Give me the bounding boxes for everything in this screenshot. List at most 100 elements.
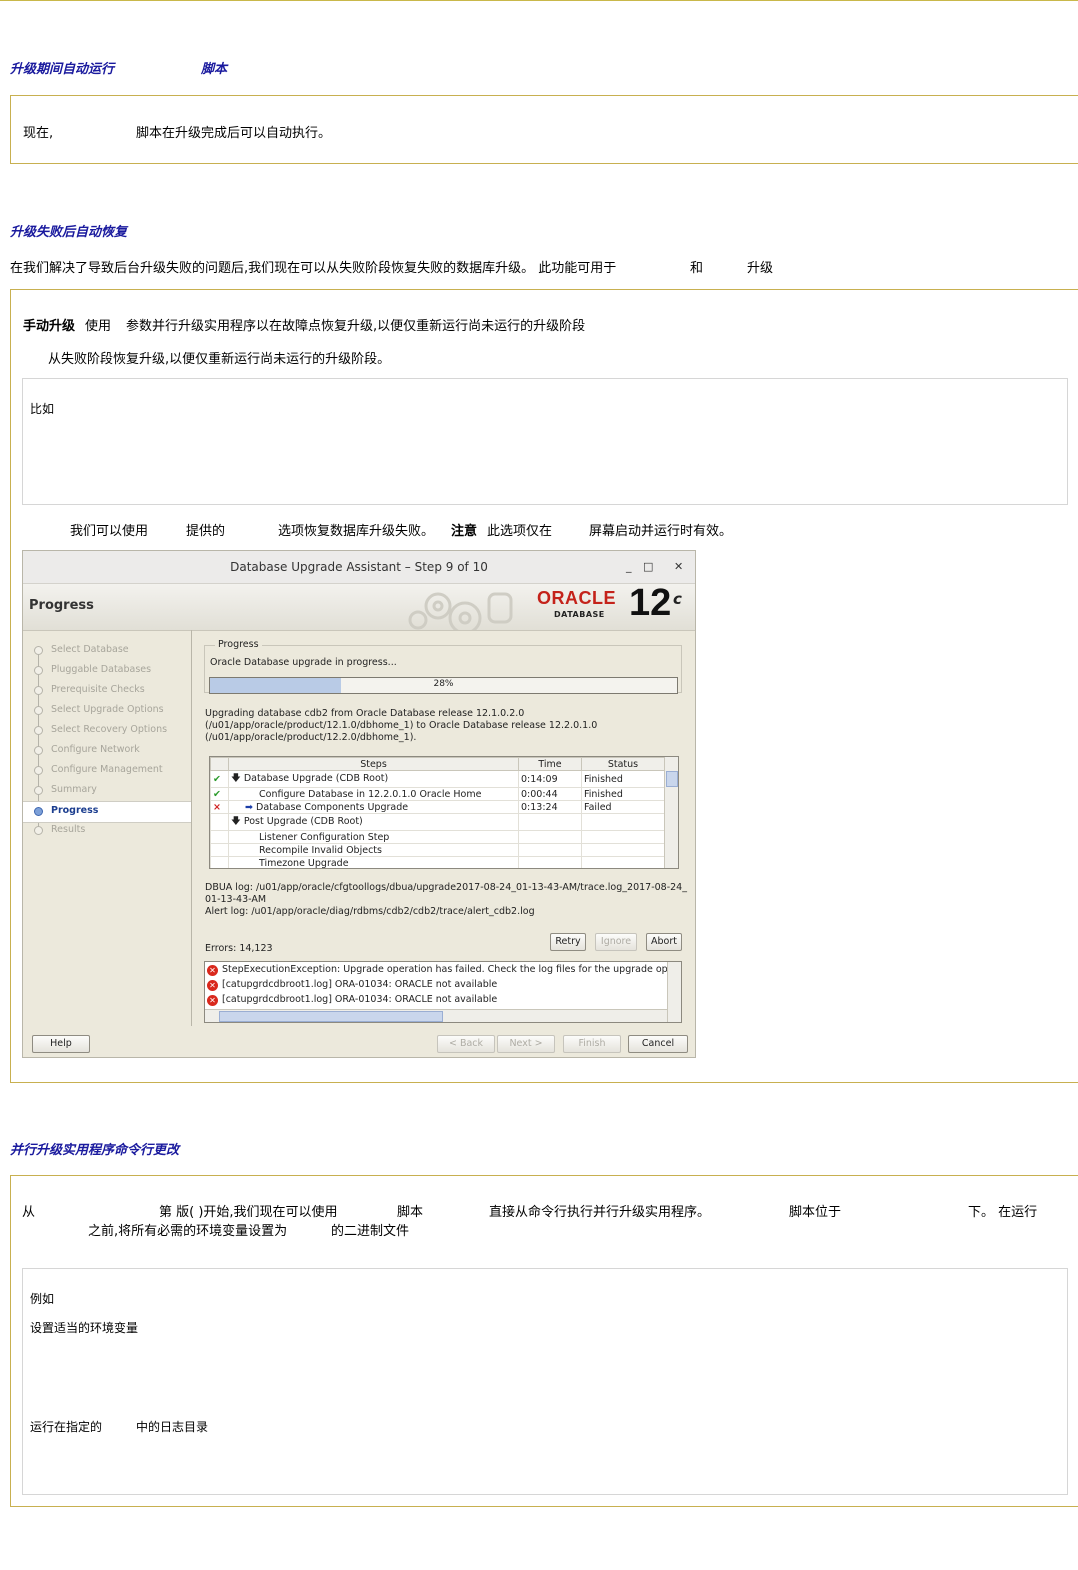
step-time [518, 856, 582, 868]
nav-item-pluggable-databases[interactable]: Pluggable Databases [51, 664, 151, 675]
s3-script2: 脚本位于 [789, 1205, 842, 1220]
table-row[interactable]: Recompile Invalid Objects [210, 843, 665, 857]
icon-column-header [210, 757, 229, 771]
dbua-log-2: 01-13-43-AM [205, 894, 267, 905]
section1-heading-tail: 脚本 [201, 62, 228, 77]
abort-button[interactable]: Abort [646, 933, 682, 951]
section1-heading: 升级期间自动运行 [10, 62, 115, 77]
step-time: 0:13:24 [518, 800, 582, 814]
section2-intro-end: 升级 [747, 261, 774, 276]
error-vscrollbar[interactable] [667, 962, 681, 1022]
nav-dot [34, 826, 43, 835]
help-button[interactable]: Help [32, 1035, 90, 1053]
cancel-button[interactable]: Cancel [628, 1035, 688, 1053]
resume-text: 从失败阶段恢复升级,以便仅重新运行尚未运行的升级阶段。 [48, 352, 391, 367]
oracle-version-suffix: c [673, 590, 682, 608]
gears-icon [408, 592, 513, 630]
upgrade-desc-2: (/u01/app/oracle/product/12.1.0/dbhome_1… [205, 720, 598, 731]
banner-title: Progress [29, 598, 94, 613]
next-button[interactable]: Next > [497, 1035, 555, 1053]
errors-count: Errors: 14,123 [205, 943, 273, 954]
arrow-right-icon: ➡ [245, 801, 253, 813]
check-icon: ✔ [210, 787, 229, 801]
dialog-titlebar: Database Upgrade Assistant – Step 9 of 1… [23, 551, 695, 584]
s3-line2: 之前,将所有必需的环境变量设置为 [88, 1224, 288, 1239]
nav-dot [34, 726, 43, 735]
step-time: 0:00:44 [518, 787, 582, 801]
dialog-banner: Progress ORACLE DATABASE 12 c [23, 582, 695, 631]
table-row[interactable]: Listener Configuration Step [210, 830, 665, 844]
nav-item-prerequisite-checks[interactable]: Prerequisite Checks [51, 684, 145, 695]
step-status: Finished [581, 787, 665, 801]
progress-status: Oracle Database upgrade in progress... [210, 657, 397, 668]
status-column-header[interactable]: Status [581, 757, 665, 771]
dbua-log-1: DBUA log: /u01/app/oracle/cfgtoollogs/db… [205, 882, 687, 893]
time-column-header[interactable]: Time [518, 757, 582, 771]
nav-item-progress[interactable]: Progress [51, 805, 98, 816]
minimize-icon[interactable]: _ [626, 560, 632, 573]
nav-dot [34, 786, 43, 795]
error-row[interactable]: ✕ StepExecutionException: Upgrade operati… [207, 964, 668, 976]
scroll-thumb[interactable] [666, 771, 678, 787]
back-button[interactable]: < Back [437, 1035, 495, 1053]
ignore-button[interactable]: Ignore [595, 933, 637, 951]
dbua-text-e: 屏幕启动并运行时有效。 [589, 524, 733, 539]
nav-dot [34, 686, 43, 695]
progress-legend: Progress [215, 639, 262, 650]
table-row[interactable]: Timezone Upgrade [210, 856, 665, 868]
log-label: 中的日志目录 [136, 1420, 209, 1434]
step-name: Recompile Invalid Objects [228, 843, 519, 857]
table-row[interactable]: ✔ Configure Database in 12.2.0.1.0 Oracl… [210, 787, 665, 801]
example-code-box: 比如 [22, 378, 1068, 505]
nav-dot-active [34, 807, 43, 816]
step-time [518, 813, 582, 831]
nav-item-select-upgrade-options[interactable]: Select Upgrade Options [51, 704, 164, 715]
hscroll-thumb[interactable] [219, 1011, 443, 1022]
error-list: ✕ StepExecutionException: Upgrade operati… [204, 961, 682, 1023]
finish-button[interactable]: Finish [563, 1035, 621, 1053]
table-row[interactable]: ✔ 🡇 Database Upgrade (CDB Root) 0:14:09 … [210, 770, 665, 788]
nav-item-configure-network[interactable]: Configure Network [51, 744, 140, 755]
retry-button[interactable]: Retry [550, 933, 586, 951]
step-status: Finished [581, 770, 665, 788]
nav-active-row [23, 801, 191, 823]
env-label: 设置适当的环境变量 [30, 1321, 139, 1335]
arrow-down-icon: 🡇 [231, 816, 241, 827]
steps-table: Steps Time Status ✔ 🡇 Database Upgrade (… [209, 756, 679, 869]
table-row[interactable]: 🡇 Post Upgrade (CDB Root) [210, 813, 665, 831]
nav-item-results[interactable]: Results [51, 824, 85, 835]
nav-dot [34, 646, 43, 655]
nav-item-select-database[interactable]: Select Database [51, 644, 129, 655]
error-hscrollbar[interactable] [205, 1009, 667, 1022]
dbua-text-b: 提供的 [186, 524, 226, 539]
alert-log: Alert log: /u01/app/oracle/diag/rdbms/cd… [205, 906, 535, 917]
error-row[interactable]: ✕ [catupgrdcdbroot1.log] ORA-01034: ORACL… [207, 979, 497, 991]
error-icon: ✕ [207, 995, 218, 1006]
dbua-text-d: 此选项仅在 [487, 524, 553, 539]
steps-column-header[interactable]: Steps [228, 757, 519, 771]
nav-item-summary[interactable]: Summary [51, 784, 97, 795]
run-label: 运行在指定的 [30, 1420, 103, 1434]
step-name: Database Components Upgrade [256, 801, 409, 813]
step-time [518, 830, 582, 844]
section2-heading: 升级失败后自动恢复 [10, 225, 128, 240]
example-label-2: 例如 [30, 1292, 55, 1306]
step-name: Configure Database in 12.2.0.1.0 Oracle … [228, 787, 519, 801]
error-row[interactable]: ✕ [catupgrdcdbroot1.log] ORA-01034: ORACL… [207, 994, 497, 1006]
dbua-text-a: 我们可以使用 [70, 524, 149, 539]
table-row[interactable]: × ➡ Database Components Upgrade 0:13:24 … [210, 800, 665, 814]
section3-heading: 并行升级实用程序命令行更改 [10, 1143, 180, 1158]
step-name: Post Upgrade (CDB Root) [243, 816, 363, 827]
step-status [581, 856, 665, 868]
nav-item-configure-management[interactable]: Configure Management [51, 764, 163, 775]
nav-item-select-recovery-options[interactable]: Select Recovery Options [51, 724, 167, 735]
maximize-icon[interactable]: □ [643, 560, 653, 573]
dbua-text-c: 选项恢复数据库升级失败。 [278, 524, 435, 539]
close-icon[interactable]: ✕ [674, 560, 683, 573]
step-status [581, 843, 665, 857]
steps-scrollbar[interactable] [664, 757, 678, 868]
error-icon: ✕ [207, 965, 218, 976]
section1-box: 现在, 脚本在升级完成后可以自动执行。 [10, 95, 1078, 164]
oracle-version: 12 [629, 582, 672, 624]
section2-intro: 在我们解决了导致后台升级失败的问题后,我们现在可以从失败阶段恢复失败的数据库升级… [10, 261, 617, 276]
